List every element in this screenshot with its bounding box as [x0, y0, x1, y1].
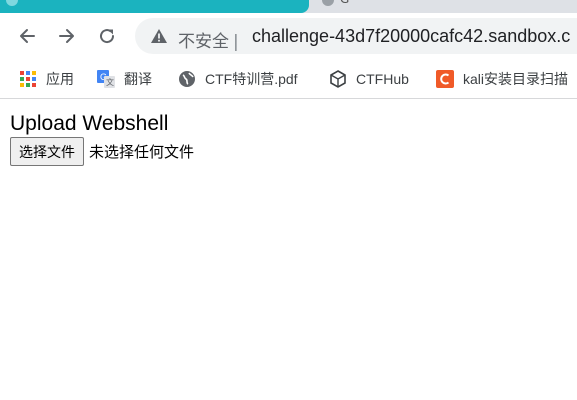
translate-icon: G 文: [97, 70, 115, 88]
forward-button[interactable]: [53, 22, 81, 50]
file-upload-field[interactable]: 选择文件 未选择任何文件: [10, 137, 194, 166]
svg-text:文: 文: [106, 77, 114, 87]
bookmark-label: CTF特训营.pdf: [205, 71, 298, 87]
bookmark-label: 翻译: [124, 71, 152, 87]
file-status-text: 未选择任何文件: [89, 143, 195, 161]
omnibox-separator: |: [233, 32, 239, 52]
tab-strip: G: [0, 0, 577, 13]
bookmark-label: kali安装目录扫描: [463, 71, 569, 87]
back-button[interactable]: [13, 22, 41, 50]
arrow-left-icon: [20, 29, 35, 43]
next-tab-favicon-icon: [322, 0, 334, 6]
page-content: Upload Webshell 选择文件 未选择任何文件: [10, 112, 194, 166]
page-title: Upload Webshell: [10, 112, 169, 135]
arrow-right-icon: [59, 29, 74, 43]
reload-button[interactable]: [93, 22, 121, 50]
security-label-text: 不安全: [178, 32, 229, 52]
bookmark-label: 应用: [46, 71, 74, 87]
active-tab[interactable]: [0, 0, 309, 13]
choose-file-button[interactable]: 选择文件: [10, 137, 84, 166]
bookmark-ctfhub[interactable]: CTFHub: [329, 60, 409, 98]
bookmark-apps[interactable]: 应用: [19, 60, 74, 98]
security-label[interactable]: 不安全 |: [178, 27, 239, 52]
cube-icon: [330, 70, 346, 88]
bookmark-translate[interactable]: G 文 翻译: [97, 60, 152, 98]
apps-grid-icon: [20, 71, 36, 87]
bookmark-c-icon: [436, 70, 454, 88]
reload-icon: [100, 29, 115, 44]
bookmarks-bar: 应用 G 文 翻译 CTF特训营.pdf CTFHub kali安装目录扫描: [0, 60, 577, 99]
browser-toolbar: 不安全 | challenge-43d7f20000cafc42.sandbox.…: [0, 13, 577, 60]
bookmark-ctf-pdf[interactable]: CTF特训营.pdf: [178, 60, 298, 98]
address-bar[interactable]: 不安全 | challenge-43d7f20000cafc42.sandbox.…: [135, 18, 577, 54]
bookmark-kali[interactable]: kali安装目录扫描: [436, 60, 568, 98]
warning-triangle-icon[interactable]: [151, 29, 167, 43]
url-text[interactable]: challenge-43d7f20000cafc42.sandbox.c: [252, 26, 570, 47]
bookmark-label: CTFHub: [356, 71, 409, 87]
globe-icon: [179, 71, 195, 87]
tab-favicon-icon: [6, 0, 18, 6]
next-tab-title[interactable]: G: [340, 0, 349, 6]
